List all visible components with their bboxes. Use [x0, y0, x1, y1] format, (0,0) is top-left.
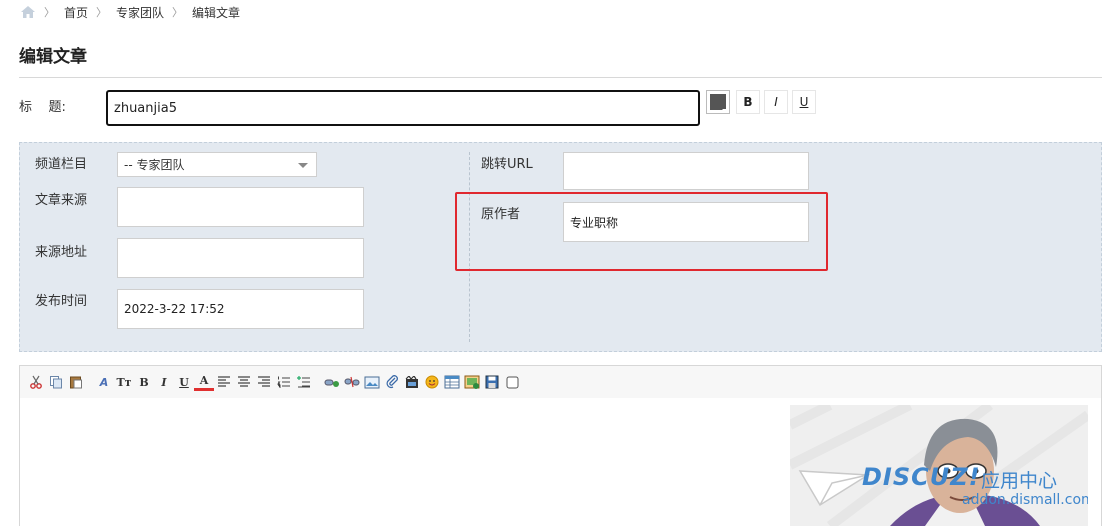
- chevron-down-icon: [298, 163, 308, 168]
- title-italic-button[interactable]: I: [764, 90, 788, 114]
- publish-time-value: 2022-3-22 17:52: [124, 302, 225, 316]
- source-label: 文章来源: [35, 193, 88, 208]
- title-underline-button[interactable]: U: [792, 90, 816, 114]
- unordered-list-icon[interactable]: [294, 372, 314, 392]
- ordered-list-icon[interactable]: [274, 372, 294, 392]
- discuz-watermark: DISCUZ! 应用中心 addon.dismall.com: [790, 405, 1088, 526]
- chevron-right-icon: 〉: [96, 6, 108, 19]
- title-bold-button[interactable]: B: [736, 90, 760, 114]
- breadcrumb-home-link[interactable]: 首页: [64, 4, 88, 21]
- redirect-url-label: 跳转URL: [481, 157, 533, 172]
- watermark-url: addon.dismall.com: [962, 492, 1088, 508]
- text-color-icon[interactable]: A: [194, 374, 214, 391]
- cut-icon[interactable]: [26, 372, 46, 392]
- image-icon[interactable]: [362, 372, 382, 392]
- title-color-picker[interactable]: [706, 90, 730, 114]
- editor-toolbar: A Tт B I U A: [19, 365, 1102, 399]
- paste-icon[interactable]: [66, 372, 86, 392]
- checkbox-icon[interactable]: [502, 372, 522, 392]
- channel-label: 频道栏目: [35, 157, 88, 172]
- title-label: 标 题:: [19, 100, 66, 115]
- link-icon[interactable]: [322, 372, 342, 392]
- title-input-value: zhuanjia5: [114, 100, 177, 116]
- publish-time-label: 发布时间: [35, 294, 88, 309]
- emoji-icon[interactable]: [422, 372, 442, 392]
- source-url-label: 来源地址: [35, 245, 88, 260]
- save-icon[interactable]: [482, 372, 502, 392]
- watermark-brand: DISCUZ!: [862, 463, 981, 491]
- color-swatch-icon: [710, 94, 726, 110]
- home-icon[interactable]: [20, 5, 36, 19]
- video-icon[interactable]: [402, 372, 422, 392]
- source-url-input[interactable]: [117, 238, 364, 278]
- page-title: 编辑文章: [19, 47, 87, 67]
- breadcrumb-team-link[interactable]: 专家团队: [116, 4, 164, 21]
- source-input[interactable]: [117, 187, 364, 227]
- dropdown-arrow-icon: [722, 109, 728, 112]
- redirect-url-input[interactable]: [563, 152, 809, 190]
- channel-select-value: -- 专家团队: [124, 158, 185, 172]
- unlink-icon[interactable]: [342, 372, 362, 392]
- font-family-icon[interactable]: A: [94, 372, 114, 392]
- breadcrumb: 〉 首页 〉 专家团队 〉 编辑文章: [20, 3, 240, 21]
- table-icon[interactable]: [442, 372, 462, 392]
- chevron-right-icon: 〉: [172, 6, 184, 19]
- italic-icon[interactable]: I: [154, 372, 174, 392]
- align-left-icon[interactable]: [214, 372, 234, 392]
- channel-select[interactable]: -- 专家团队: [117, 152, 317, 177]
- copy-icon[interactable]: [46, 372, 66, 392]
- highlight-annotation: [455, 192, 828, 271]
- bold-icon[interactable]: B: [134, 372, 154, 392]
- watermark-suffix: 应用中心: [981, 470, 1058, 492]
- font-size-icon[interactable]: Tт: [114, 372, 134, 392]
- attachment-icon[interactable]: [382, 372, 402, 392]
- publish-time-input[interactable]: 2022-3-22 17:52: [117, 289, 364, 329]
- gallery-icon[interactable]: [462, 372, 482, 392]
- title-divider: [19, 77, 1102, 78]
- chevron-right-icon: 〉: [44, 6, 55, 19]
- align-right-icon[interactable]: [254, 372, 274, 392]
- breadcrumb-current: 编辑文章: [192, 5, 241, 20]
- title-input[interactable]: zhuanjia5: [106, 90, 700, 126]
- underline-icon[interactable]: U: [174, 372, 194, 392]
- align-center-icon[interactable]: [234, 372, 254, 392]
